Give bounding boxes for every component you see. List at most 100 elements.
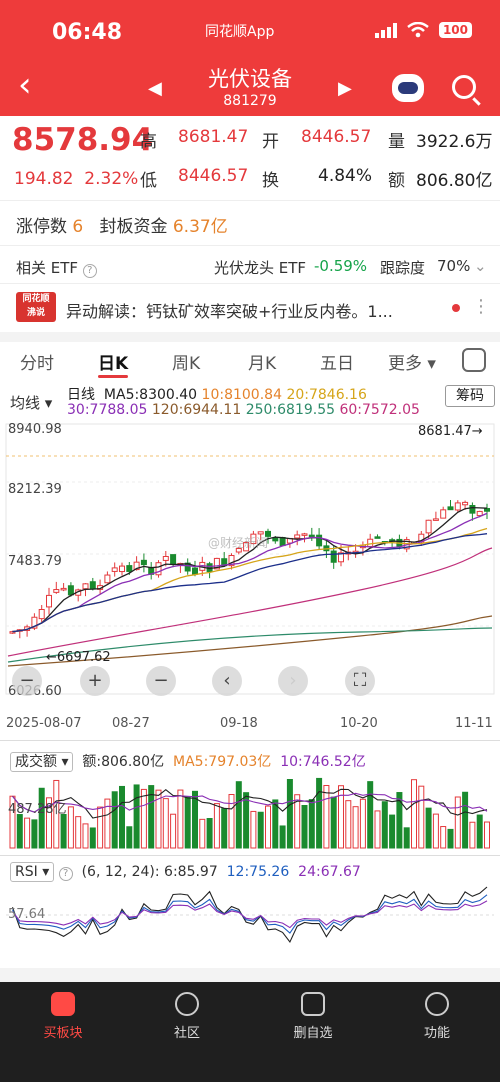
buy-icon: [51, 992, 75, 1016]
scroll-right-icon[interactable]: ›: [278, 666, 308, 696]
candle: [53, 589, 60, 593]
more-icon[interactable]: ⋮: [472, 296, 490, 317]
scroll-left-icon[interactable]: ‹: [212, 666, 242, 696]
volume-bar: [418, 785, 425, 849]
settings-icon[interactable]: [462, 348, 486, 372]
candle: [454, 502, 461, 511]
volume-selector[interactable]: 成交额 ▾: [10, 752, 74, 772]
section-gap: [0, 332, 500, 342]
bottom-nav-buy[interactable]: 买板块: [18, 992, 108, 1041]
track-label: 跟踪度: [380, 259, 426, 277]
y-axis-tick: 8212.39: [8, 482, 62, 497]
volume-chart[interactable]: [0, 770, 500, 850]
candle: [38, 608, 45, 620]
status-time: 06:48: [52, 20, 123, 45]
etf-name: 光伏龙头 ETF: [214, 259, 307, 277]
tab-five-day[interactable]: 五日: [320, 349, 354, 374]
divider: [0, 200, 500, 201]
volume-bar: [403, 827, 410, 849]
track-value: 70%: [437, 257, 471, 275]
rsi-chart[interactable]: [0, 885, 500, 965]
volume-bar: [228, 794, 235, 849]
wifi-icon: [407, 21, 429, 38]
volume-bar: [374, 810, 381, 849]
volume-bar: [425, 807, 432, 849]
volume-value: 3922.6万: [416, 132, 493, 152]
volume-bar: [206, 818, 213, 849]
volume-bar: [411, 779, 417, 849]
limit-up-row[interactable]: 涨停数 6 封板资金 6.37亿: [16, 212, 228, 237]
turnover-label: 换: [262, 171, 279, 191]
date-label: 09-18: [220, 716, 258, 731]
volume-bar: [133, 784, 140, 849]
current-price: 8578.94: [12, 122, 154, 158]
fullscreen-icon[interactable]: ⛶: [345, 666, 375, 696]
section-gap: [0, 968, 500, 982]
volume-bar: [213, 803, 220, 849]
candle: [469, 504, 476, 514]
volume-axis-label: 487.28亿: [8, 802, 67, 817]
candle: [126, 565, 133, 572]
volume-bar: [60, 814, 67, 849]
candle: [447, 506, 454, 511]
candle: [60, 587, 67, 591]
price-change: 194.82 2.32%: [14, 169, 139, 189]
volume-bar: [126, 826, 133, 849]
tab-weekly-k[interactable]: 周K: [172, 349, 200, 374]
date-label: 08-27: [112, 716, 150, 731]
volume-bar: [308, 799, 315, 849]
search-icon[interactable]: [452, 75, 476, 99]
candle: [425, 519, 432, 534]
rsi-axis-label: 57.64: [8, 907, 46, 922]
limit-up-count: 6: [72, 217, 84, 237]
candle: [374, 536, 381, 539]
zoom-in-icon[interactable]: +: [80, 666, 110, 696]
ma-selector[interactable]: 均线 ▾: [10, 392, 52, 413]
bottom-nav-menu[interactable]: 功能: [392, 992, 482, 1041]
zoom-out-icon[interactable]: −: [12, 666, 42, 696]
open-label: 开: [262, 132, 279, 152]
volume-bar: [454, 796, 461, 849]
candle: [316, 534, 323, 547]
assistant-robot-icon[interactable]: [392, 74, 424, 102]
bottom-nav-remove-watchlist[interactable]: 删自选: [268, 992, 358, 1041]
page-title: 光伏设备: [208, 67, 292, 91]
volume-bar: [389, 814, 396, 849]
candle: [104, 574, 111, 584]
tab-intraday[interactable]: 分时: [20, 349, 54, 374]
divider: [0, 245, 500, 246]
volume-bar: [345, 800, 352, 849]
rsi-selector[interactable]: RSI ▾: [10, 862, 55, 882]
volume-bar: [221, 808, 228, 849]
next-stock-icon[interactable]: ▶: [338, 78, 352, 99]
news-banner[interactable]: 同花顺 沸说 异动解读：钙钛矿效率突破+行业反内卷。1... ⋮: [16, 290, 490, 326]
bottom-nav-community[interactable]: 社区: [142, 992, 232, 1041]
volume-bar: [279, 825, 286, 849]
related-etf-row[interactable]: 相关 ETF ? 光伏龙头 ETF -0.59% 跟踪度 70% ⌄: [16, 257, 487, 278]
info-icon[interactable]: ?: [82, 264, 97, 278]
info-icon[interactable]: ?: [58, 867, 73, 881]
tab-monthly-k[interactable]: 月K: [248, 349, 276, 374]
chip-distribution-button[interactable]: 筹码: [445, 385, 495, 407]
volume-bar: [82, 823, 89, 849]
volume-bar: [67, 806, 74, 849]
volume-bar: [250, 810, 257, 849]
volume-bar: [476, 814, 483, 849]
rsi12-line: [12, 894, 488, 934]
watermark: @财经新闻: [208, 536, 269, 550]
volume-bar: [24, 817, 31, 849]
tab-more[interactable]: 更多 ▾: [388, 349, 436, 374]
candle: [119, 565, 125, 573]
volume-bar: [367, 781, 374, 849]
volume-bar: [140, 788, 147, 849]
candle: [170, 554, 177, 565]
tab-daily-k[interactable]: 日K: [98, 349, 128, 374]
volume-bar: [330, 796, 337, 849]
chevron-down-icon[interactable]: ⌄: [474, 257, 487, 275]
volume-bar: [432, 813, 439, 849]
news-text: 异动解读：钙钛矿效率突破+行业反内卷。1...: [66, 302, 393, 321]
collapse-icon[interactable]: −: [146, 666, 176, 696]
candle: [440, 509, 447, 519]
kline-chart[interactable]: [0, 420, 500, 710]
y-axis-max: 8940.98: [8, 422, 62, 437]
